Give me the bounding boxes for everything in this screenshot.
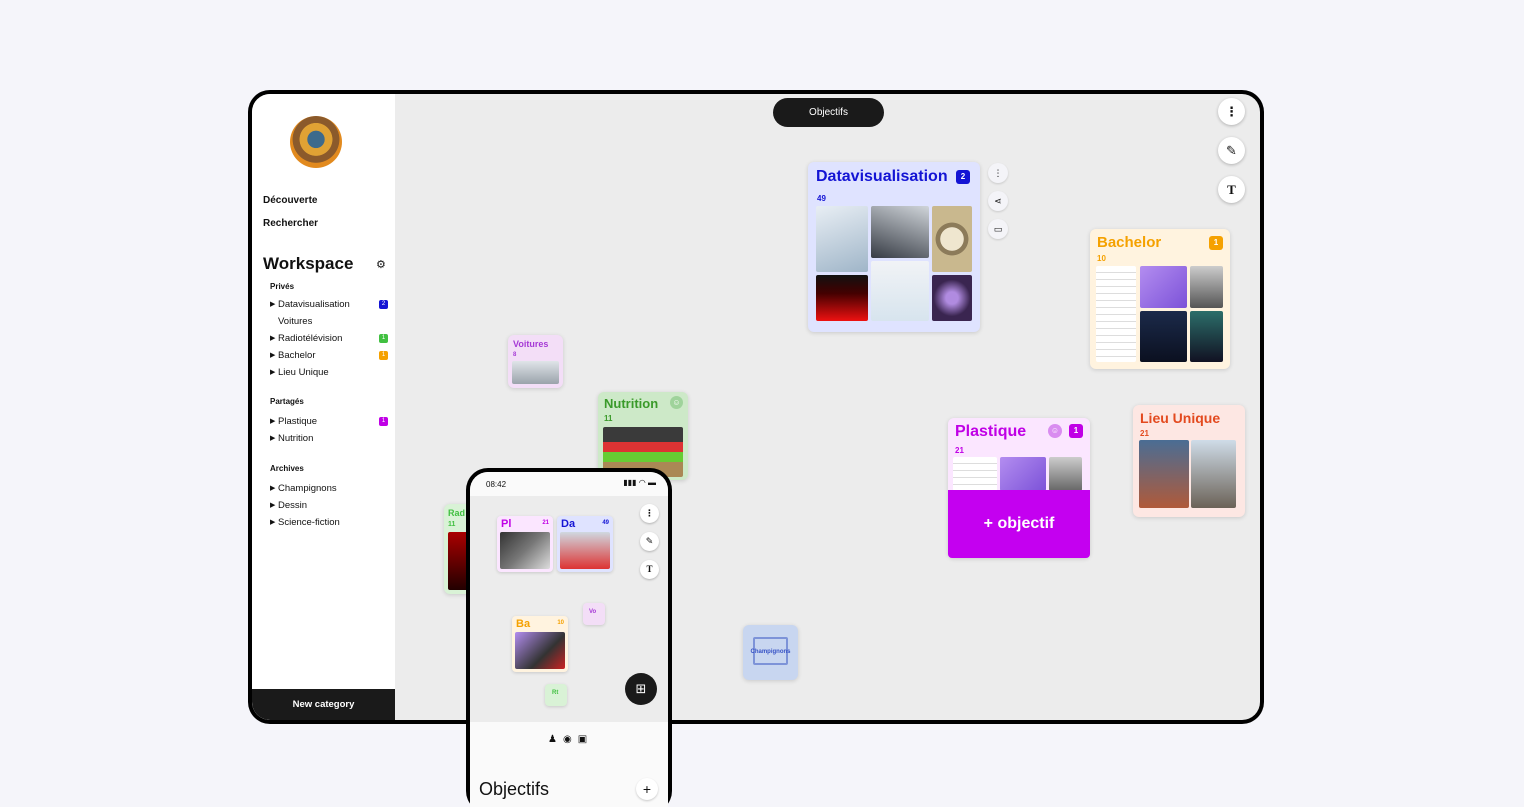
caret-right-icon: ▶	[270, 301, 276, 308]
nav-decouverte[interactable]: Découverte	[263, 195, 317, 206]
add-objectif-button[interactable]: + objectif	[948, 490, 1090, 558]
caret-right-icon: ▶	[270, 418, 276, 425]
sheet-title: Objectifs	[479, 779, 550, 799]
card-datavisualisation[interactable]: Datavisualisation 2 49	[808, 162, 980, 332]
mobile-card-plastique[interactable]: Pl 21	[497, 516, 553, 572]
share-icon[interactable]: ⋖	[988, 191, 1008, 211]
new-category-button[interactable]: New category	[252, 689, 395, 720]
sidebar-item-nutrition[interactable]: ▶ Nutrition	[270, 431, 388, 445]
text-tool-icon[interactable]: T	[640, 560, 659, 579]
caret-right-icon: ▶	[270, 485, 276, 492]
archive-icon[interactable]: ▭	[988, 219, 1008, 239]
sidebar-item-lieu-unique[interactable]: ▶ Lieu Unique	[270, 365, 388, 379]
section-archives: Archives	[270, 464, 304, 473]
sidebar: Découverte Rechercher Workspace ⚙ Privés…	[252, 94, 395, 720]
count-badge: 1	[1209, 236, 1223, 250]
mobile-card-voitures[interactable]: Vo	[583, 603, 605, 625]
signal-wifi-battery-icon: ▮▮▮ ◠ ▬	[623, 478, 656, 487]
pencil-icon[interactable]: ✎	[640, 532, 659, 551]
caret-right-icon: ▶	[270, 369, 276, 376]
sidebar-item-datavisualisation[interactable]: ▶ Datavisualisation 2	[270, 297, 388, 311]
add-folder-icon[interactable]: ⊞	[625, 673, 657, 705]
more-vertical-icon[interactable]: ⋮	[1218, 98, 1245, 125]
avatar[interactable]	[290, 116, 342, 168]
tablet-screen: Découverte Rechercher Workspace ⚙ Privés…	[252, 94, 1260, 720]
view-switch-icons[interactable]: ♟◉▣	[548, 734, 593, 745]
sidebar-item-dessin[interactable]: ▶ Dessin	[270, 498, 388, 512]
caret-right-icon: ▶	[270, 335, 276, 342]
caret-right-icon: ▶	[270, 352, 276, 359]
count-badge: 1	[379, 416, 388, 426]
nav-rechercher[interactable]: Rechercher	[263, 218, 318, 229]
count-badge: 1	[379, 333, 388, 343]
count-badge: 2	[956, 170, 970, 184]
caret-right-icon: ▶	[270, 519, 276, 526]
text-tool-icon[interactable]: T	[1218, 176, 1245, 203]
section-prives: Privés	[270, 282, 295, 291]
section-partages: Partagés	[270, 397, 304, 406]
mobile-card-radiotelevision[interactable]: Rt	[545, 684, 567, 706]
status-bar: 08:42 ▮▮▮ ◠ ▬	[470, 472, 668, 496]
sidebar-item-voitures[interactable]: Voitures	[270, 314, 388, 328]
workspace-title: Workspace	[263, 254, 354, 273]
mobile-card-bachelor[interactable]: Ba 10	[512, 616, 568, 672]
sidebar-item-champignons[interactable]: ▶ Champignons	[270, 481, 388, 495]
phone-screen: 08:42 ▮▮▮ ◠ ▬ ⋮ ✎ T Pl 21 Da 49 Ba 10 Vo…	[470, 472, 668, 807]
gear-icon[interactable]: ⚙	[376, 258, 386, 271]
add-button[interactable]: +	[636, 778, 658, 800]
card-nutrition[interactable]: Nutrition ☺ 11	[598, 392, 688, 480]
count-badge: 2	[379, 299, 388, 309]
pencil-icon[interactable]: ✎	[1218, 137, 1245, 164]
card-champignons[interactable]: Champignons	[743, 625, 798, 680]
objectifs-pill[interactable]: Objectifs	[773, 98, 884, 127]
bottom-sheet: ♟◉▣ Objectifs +	[470, 722, 668, 807]
user-icon: ☺	[670, 396, 683, 409]
card-voitures[interactable]: Voitures 8	[508, 335, 563, 388]
card-lieu-unique[interactable]: Lieu Unique 21	[1133, 405, 1245, 517]
more-vertical-icon[interactable]: ⋮	[640, 504, 659, 523]
sidebar-item-plastique[interactable]: ▶ Plastique 1	[270, 414, 388, 428]
sidebar-item-science-fiction[interactable]: ▶ Science-fiction	[270, 515, 388, 529]
card-bachelor[interactable]: Bachelor 1 10	[1090, 229, 1230, 369]
sidebar-item-radiotelevision[interactable]: ▶ Radiotélévision 1	[270, 331, 388, 345]
count-badge: 1	[1069, 424, 1083, 438]
user-icon: ☺	[1048, 424, 1062, 438]
count-badge: 1	[379, 350, 388, 360]
sidebar-item-bachelor[interactable]: ▶ Bachelor 1	[270, 348, 388, 362]
tablet-frame: Découverte Rechercher Workspace ⚙ Privés…	[248, 90, 1264, 724]
caret-right-icon: ▶	[270, 502, 276, 509]
caret-right-icon: ▶	[270, 435, 276, 442]
mobile-card-datavisualisation[interactable]: Da 49	[557, 516, 613, 572]
more-vertical-icon[interactable]: ⋮	[988, 163, 1008, 183]
phone-frame: 08:42 ▮▮▮ ◠ ▬ ⋮ ✎ T Pl 21 Da 49 Ba 10 Vo…	[466, 468, 672, 807]
